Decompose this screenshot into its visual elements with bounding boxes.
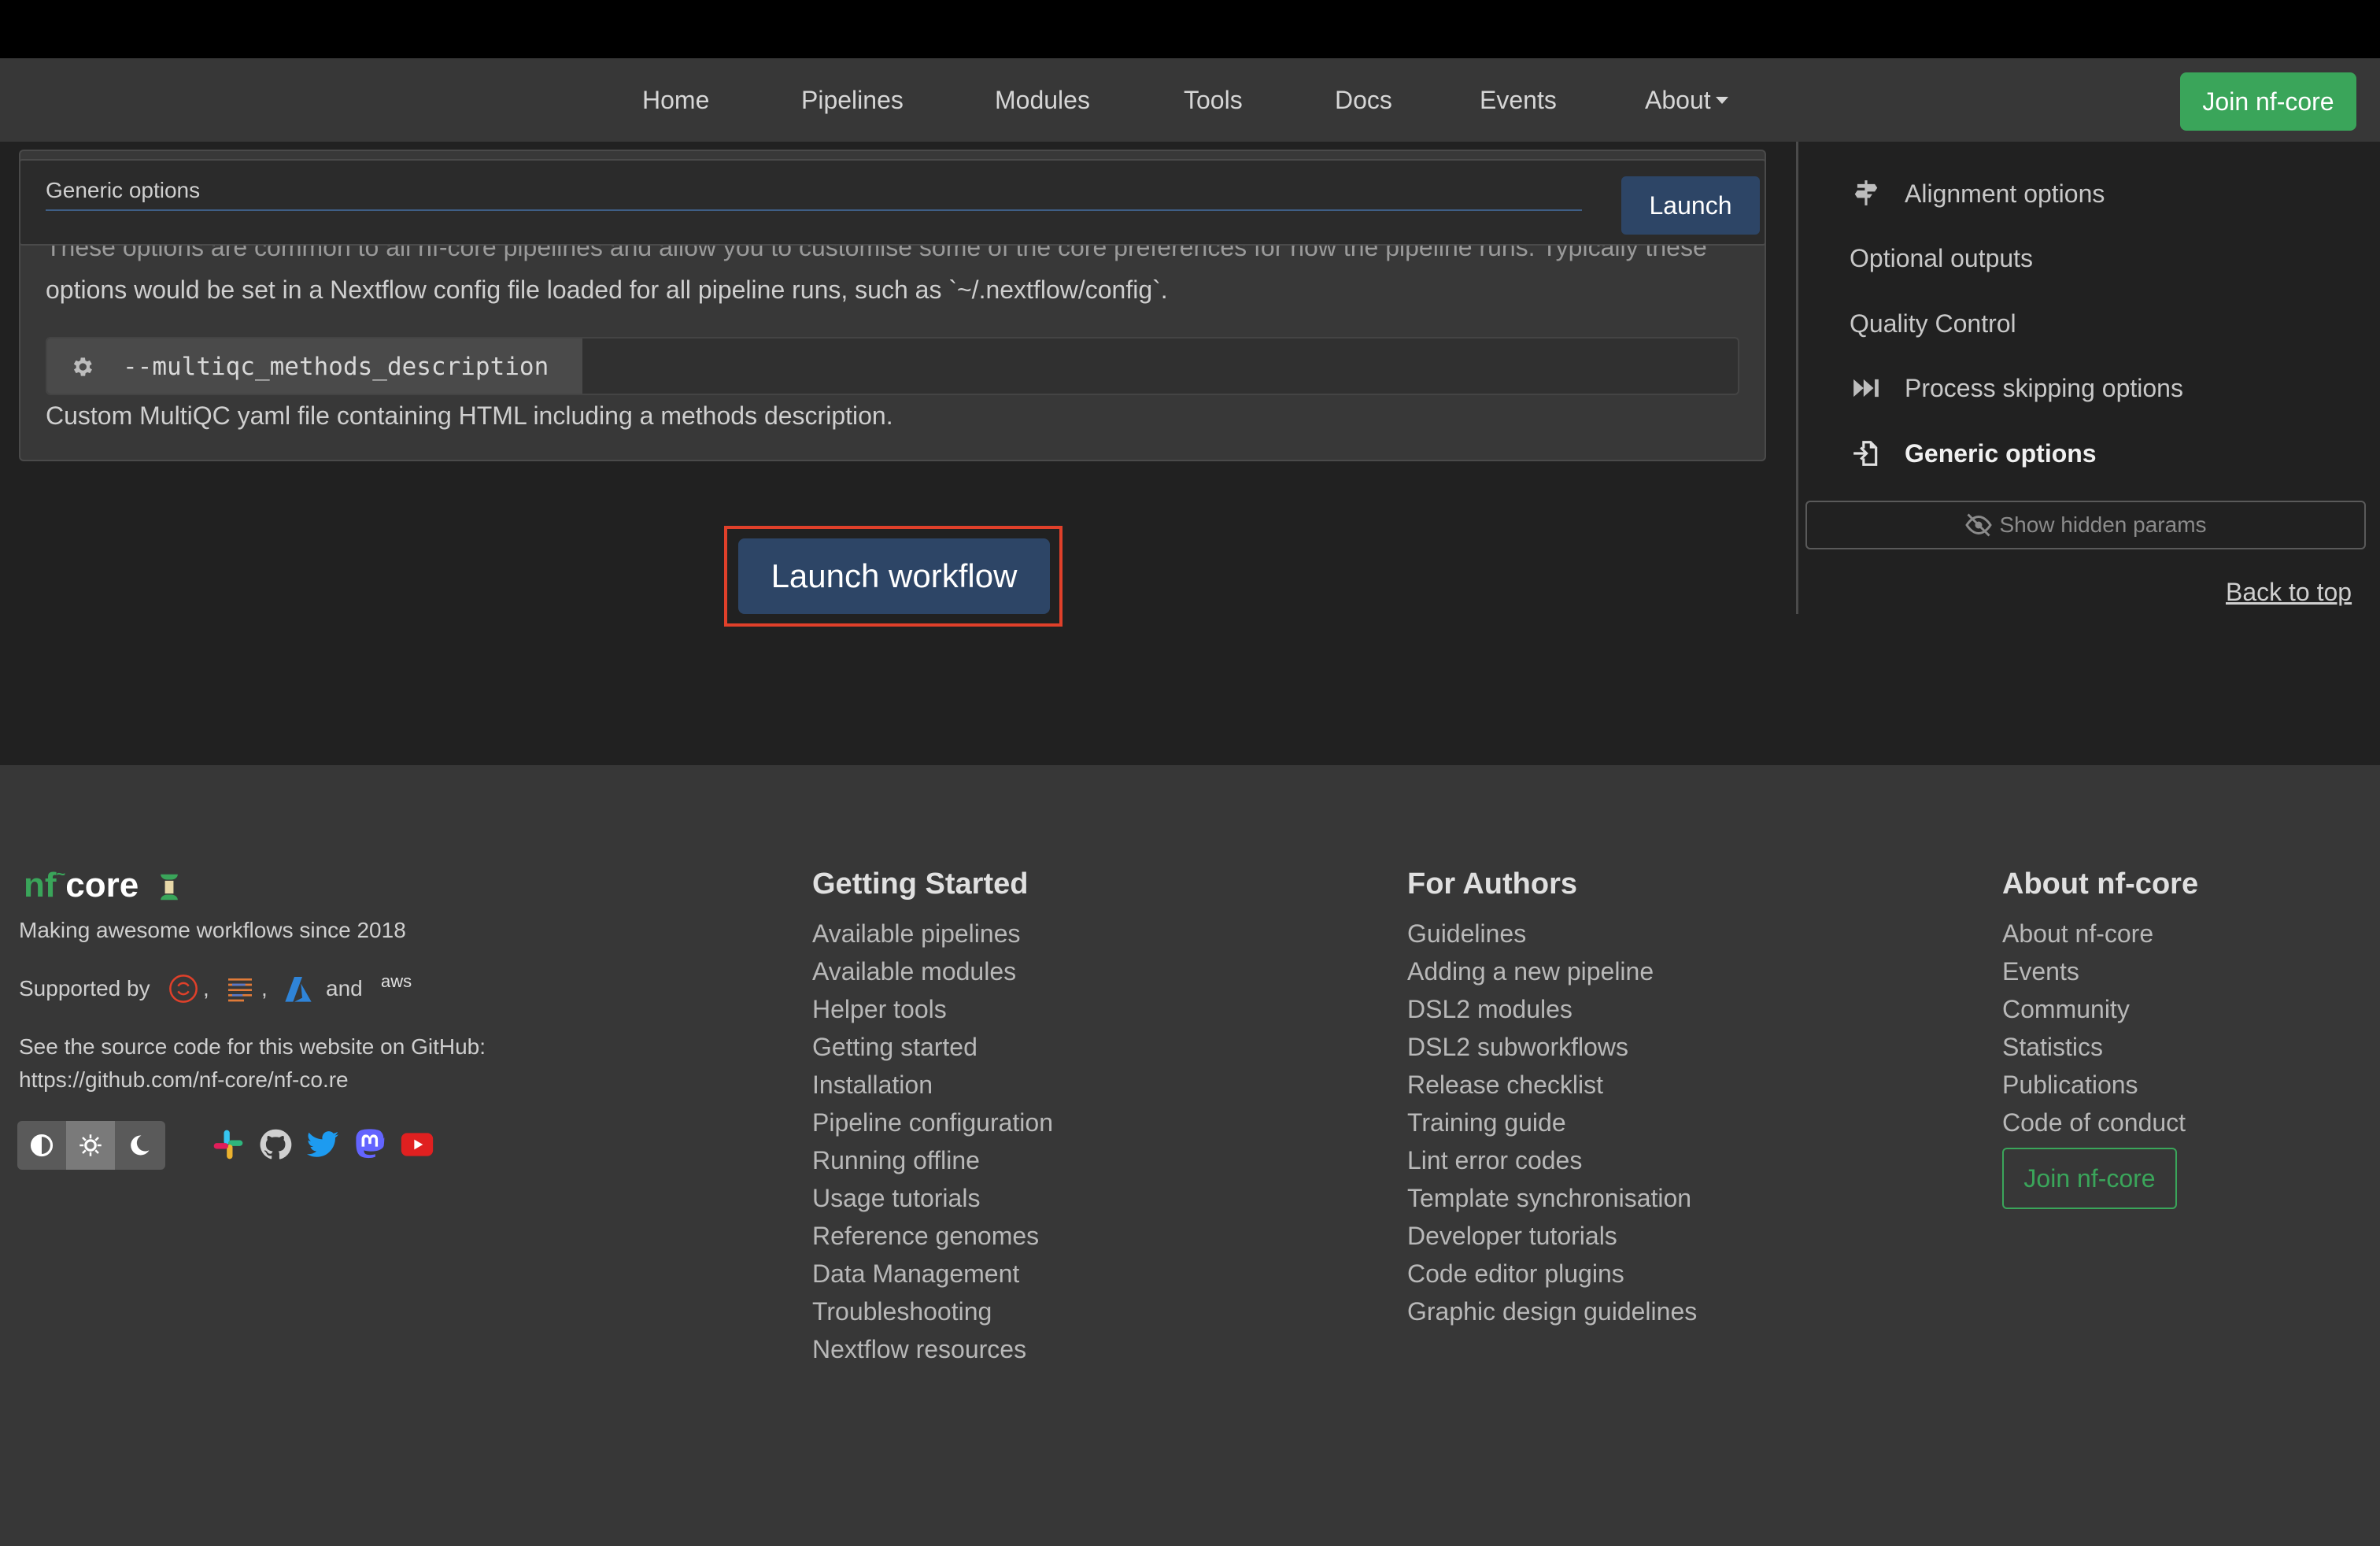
getting-started-heading: Getting Started [812, 867, 1029, 901]
sidebar-item-process-skipping[interactable]: Process skipping options [1905, 374, 2183, 403]
nav-pipelines[interactable]: Pipelines [801, 58, 904, 142]
footer-link-available-pipelines[interactable]: Available pipelines [812, 919, 1020, 949]
about-heading: About nf-core [2002, 867, 2199, 901]
footer-link-code-editor-plugins[interactable]: Code editor plugins [1407, 1259, 1624, 1289]
caret-down-icon [1715, 97, 1728, 105]
logo-dash: ~ [56, 866, 66, 883]
footer-link-code-of-conduct[interactable]: Code of conduct [2002, 1108, 2186, 1137]
launch-workflow-button[interactable]: Launch workflow [738, 538, 1050, 614]
apple-core-icon [161, 875, 179, 901]
nav-docs[interactable]: Docs [1335, 58, 1392, 142]
footer-link-statistics[interactable]: Statistics [2002, 1033, 2103, 1062]
footer-link-helper-tools[interactable]: Helper tools [812, 995, 947, 1024]
section-sticky-header: Generic options Launch [19, 159, 1766, 246]
seqera-logo-icon[interactable] [222, 973, 258, 1004]
footer-link-graphic-design[interactable]: Graphic design guidelines [1407, 1297, 1697, 1326]
join-nf-core-button[interactable]: Join nf-core [2180, 72, 2356, 131]
for-authors-heading: For Authors [1407, 867, 1578, 901]
footer-link-template-sync[interactable]: Template synchronisation [1407, 1184, 1691, 1213]
twitter-icon[interactable] [305, 1127, 340, 1162]
section-header-underline [46, 209, 1582, 211]
footer-link-community[interactable]: Community [2002, 995, 2130, 1024]
sidebar-divider [1796, 142, 1798, 614]
footer-tagline: Making awesome workflows since 2018 [19, 918, 406, 942]
footer-link-adding-pipeline[interactable]: Adding a new pipeline [1407, 957, 1654, 986]
source-link[interactable]: https://github.com/nf-core/nf-co.re [19, 1067, 349, 1093]
file-import-icon [1853, 441, 1878, 466]
youtube-icon[interactable] [400, 1127, 434, 1162]
eye-slash-icon [1965, 513, 1993, 537]
theme-auto-button[interactable] [17, 1121, 66, 1170]
logo-nf: nf [24, 866, 57, 904]
logo-core: core [65, 866, 139, 904]
nav-events[interactable]: Events [1480, 58, 1557, 142]
footer-link-training-guide[interactable]: Training guide [1407, 1108, 1566, 1137]
nav-home[interactable]: Home [642, 58, 709, 142]
footer-link-about[interactable]: About nf-core [2002, 919, 2153, 949]
mastodon-icon[interactable] [353, 1127, 387, 1162]
footer-link-publications[interactable]: Publications [2002, 1071, 2138, 1100]
back-to-top-link[interactable]: Back to top [2226, 578, 2352, 607]
sidebar-item-quality-control[interactable]: Quality Control [1850, 309, 2016, 338]
param-label: --multiqc_methods_description [47, 338, 582, 394]
section-description-line2: options would be set in a Nextflow confi… [46, 276, 1168, 304]
czi-logo-icon[interactable] [165, 973, 201, 1004]
launch-workflow-highlight: Launch workflow [724, 526, 1062, 627]
footer-link-nextflow-resources[interactable]: Nextflow resources [812, 1335, 1026, 1364]
footer-link-usage-tutorials[interactable]: Usage tutorials [812, 1184, 980, 1213]
footer-link-available-modules[interactable]: Available modules [812, 957, 1016, 986]
slack-icon[interactable] [211, 1127, 246, 1162]
launch-button[interactable]: Launch [1621, 176, 1760, 235]
moon-icon [131, 1135, 150, 1156]
sidebar-item-generic-options[interactable]: Generic options [1905, 439, 2097, 468]
multiqc-methods-description-input[interactable]: --multiqc_methods_description [46, 337, 1739, 395]
footer-link-dsl2-subworkflows[interactable]: DSL2 subworkflows [1407, 1033, 1628, 1062]
sun-icon [79, 1134, 102, 1156]
show-hidden-params-label: Show hidden params [1999, 512, 2207, 537]
signpost-icon [1854, 180, 1878, 205]
supported-by-label: Supported by [19, 976, 150, 1000]
theme-switcher [17, 1121, 165, 1170]
footer-link-running-offline[interactable]: Running offline [812, 1146, 980, 1175]
azure-logo-icon[interactable] [280, 973, 316, 1004]
footer-link-guidelines[interactable]: Guidelines [1407, 919, 1526, 949]
show-hidden-params-button[interactable]: Show hidden params [1805, 501, 2366, 549]
sponsor-and: and [326, 976, 363, 1000]
separator-comma-2: , [261, 976, 268, 1000]
nav-tools[interactable]: Tools [1184, 58, 1243, 142]
footer-link-lint-error-codes[interactable]: Lint error codes [1407, 1146, 1582, 1175]
separator-comma: , [203, 976, 209, 1000]
nav-about-label: About [1645, 86, 1711, 114]
nav-modules[interactable]: Modules [995, 58, 1090, 142]
param-name: --multiqc_methods_description [123, 353, 549, 381]
aws-logo-icon[interactable]: aws [381, 971, 412, 992]
source-text: See the source code for this website on … [19, 1034, 486, 1059]
sidebar-item-alignment-options[interactable]: Alignment options [1905, 179, 2105, 209]
github-icon[interactable] [258, 1127, 293, 1162]
main-navbar: Home Pipelines Modules Tools Docs Events… [0, 58, 2380, 142]
footer-link-developer-tutorials[interactable]: Developer tutorials [1407, 1222, 1617, 1251]
footer-link-data-management[interactable]: Data Management [812, 1259, 1019, 1289]
footer-link-pipeline-configuration[interactable]: Pipeline configuration [812, 1108, 1053, 1137]
footer-link-installation[interactable]: Installation [812, 1071, 933, 1100]
half-circle-icon [30, 1134, 54, 1157]
theme-dark-button[interactable] [115, 1121, 164, 1170]
footer-link-dsl2-modules[interactable]: DSL2 modules [1407, 995, 1572, 1024]
footer-join-button[interactable]: Join nf-core [2002, 1148, 2177, 1209]
theme-light-button[interactable] [66, 1121, 115, 1170]
param-help-text: Custom MultiQC yaml file containing HTML… [46, 401, 893, 430]
nav-about-dropdown[interactable]: About [1645, 58, 1728, 142]
footer-link-reference-genomes[interactable]: Reference genomes [812, 1222, 1039, 1251]
footer-link-getting-started[interactable]: Getting started [812, 1033, 978, 1062]
browser-top-bar [0, 0, 2380, 58]
gear-icon [73, 357, 92, 376]
footer-link-troubleshooting[interactable]: Troubleshooting [812, 1297, 992, 1326]
footer-link-events[interactable]: Events [2002, 957, 2079, 986]
footer-link-release-checklist[interactable]: Release checklist [1407, 1071, 1603, 1100]
sidebar-item-optional-outputs[interactable]: Optional outputs [1850, 244, 2033, 273]
section-header-label: Generic options [46, 178, 201, 202]
nf-core-logo[interactable]: nf~core [24, 866, 183, 905]
fast-forward-icon [1853, 379, 1879, 398]
